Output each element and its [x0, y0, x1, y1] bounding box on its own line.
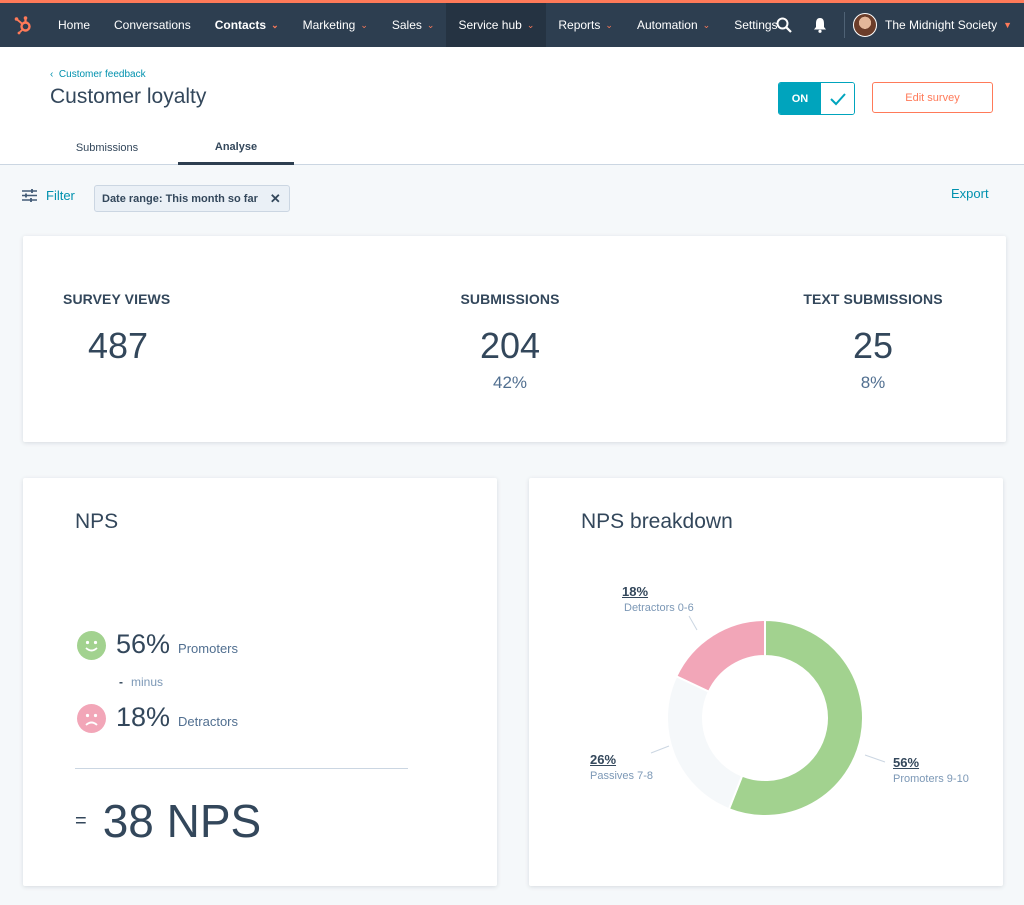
smiley-face-icon [77, 631, 106, 660]
hubspot-logo-icon[interactable] [0, 3, 46, 47]
account-name[interactable]: The Midnight Society [885, 18, 997, 32]
stat-percent: 42% [492, 373, 528, 392]
donut-slice-detractors[interactable] [674, 618, 766, 693]
export-link[interactable]: Export [951, 186, 989, 201]
date-range-chip[interactable]: Date range: This month so far ✕ [94, 185, 290, 212]
detractors-row: 18% Detractors [116, 702, 238, 733]
nps-breakdown-card: NPS breakdown 56% Promoters 9-10 26% Passiv… [529, 478, 1003, 886]
nps-total: = 38 NPS [75, 794, 261, 848]
nav-item-marketing[interactable]: Marketing ⌄ [291, 3, 380, 47]
nav-menu: Home Conversations Contacts ⌄ Marketing ⌄ Sale… [46, 3, 790, 47]
nps-donut-chart [650, 615, 886, 817]
filter-label: Filter [46, 188, 75, 203]
promoters-label: Promoters [178, 641, 239, 656]
sad-face-icon [77, 704, 106, 733]
toggle-on-label: ON [779, 83, 821, 114]
chevron-left-icon: ‹ [50, 69, 54, 80]
stat-label: SUBMISSIONS [460, 291, 560, 307]
nav-item-conversations[interactable]: Conversations [102, 3, 203, 47]
nav-item-automation[interactable]: Automation ⌄ [625, 3, 722, 47]
search-icon[interactable] [766, 3, 802, 47]
page-title: Customer loyalty [50, 85, 207, 108]
detractors-label: Detractors [178, 714, 239, 729]
edit-survey-button[interactable]: Edit survey [872, 82, 993, 113]
close-icon[interactable]: ✕ [270, 191, 281, 207]
slice-percent-label: 18% [622, 584, 649, 599]
nps-card: NPS 56% Promoters - minus 18% Detractors … [23, 478, 497, 886]
nav-item-service-hub[interactable]: Service hub ⌄ [446, 3, 547, 47]
bell-icon[interactable] [802, 3, 838, 47]
slice-category-label: Detractors 0-6 [624, 602, 694, 614]
status-toggle[interactable]: ON [778, 82, 855, 115]
top-nav: Home Conversations Contacts ⌄ Marketing ⌄ Sale… [0, 0, 1024, 47]
nav-right: The Midnight Society ▼ [766, 3, 1024, 47]
chevron-down-icon: ⌄ [605, 19, 613, 30]
filter-icon [22, 189, 37, 202]
nav-item-label: Marketing [302, 18, 356, 32]
slice-category-label: Promoters 9-10 [893, 773, 969, 785]
chevron-down-icon: ⌄ [426, 19, 435, 30]
breadcrumb-label: Customer feedback [58, 69, 146, 80]
stat-value: 204 [479, 325, 541, 366]
check-icon [821, 83, 854, 114]
nav-item-home[interactable]: Home [46, 3, 102, 47]
nav-item-label: Home [58, 18, 91, 32]
leader-line [688, 615, 698, 631]
summary-stats-card: SURVEY VIEWS 487 SUBMISSIONS 204 42% TEX… [23, 236, 1006, 442]
chip-label: Date range: This month so far [102, 192, 258, 205]
chevron-down-icon[interactable]: ▼ [1003, 20, 1012, 30]
nav-item-label: Contacts [214, 18, 267, 32]
divider [75, 768, 408, 769]
nav-item-contacts[interactable]: Contacts ⌄ [203, 3, 291, 47]
minus-label: minus [131, 675, 164, 689]
nav-divider [844, 12, 846, 38]
leader-line [864, 754, 886, 763]
nav-item-reports[interactable]: Reports ⌄ [546, 3, 625, 47]
leader-line [650, 745, 670, 754]
nav-item-label: Service hub [458, 18, 522, 32]
submissions-stat: SUBMISSIONS 204 42% [447, 291, 573, 393]
stat-label: SURVEY VIEWS [63, 291, 171, 307]
nav-item-label: Conversations [114, 18, 191, 32]
nav-item-label: Reports [558, 18, 601, 32]
promoters-row: 56% Promoters [116, 629, 238, 660]
chevron-down-icon: ⌄ [702, 19, 711, 30]
nav-item-label: Sales [391, 18, 422, 32]
tab-analyse[interactable]: Analyse [178, 131, 294, 165]
nps-score: 38 NPS [102, 795, 262, 847]
nps-title: NPS [75, 510, 119, 533]
slice-percent-label: 56% [893, 755, 920, 770]
stat-value: 487 [88, 325, 149, 366]
survey-views-stat: SURVEY VIEWS 487 [63, 291, 177, 367]
detractors-percent: 18% [116, 702, 171, 732]
minus-operator: - minus [119, 675, 164, 689]
tab-submissions[interactable]: Submissions [38, 131, 176, 165]
page-header: ‹ Customer feedback Customer loyalty ON … [0, 47, 1024, 165]
breadcrumb[interactable]: ‹ Customer feedback [50, 69, 146, 80]
avatar[interactable] [853, 13, 878, 37]
promoters-percent: 56% [116, 629, 171, 659]
chevron-down-icon: ⌄ [526, 19, 535, 30]
filter-button[interactable]: Filter [22, 188, 75, 203]
slice-category-label: Passives 7-8 [590, 770, 653, 782]
slice-percent-label: 26% [590, 752, 617, 767]
stat-value: 25 [852, 325, 894, 366]
donut-slice-passives[interactable] [666, 674, 744, 811]
stat-label: TEXT SUBMISSIONS [803, 291, 943, 307]
nav-item-label: Automation [636, 18, 698, 32]
stat-percent: 8% [860, 373, 886, 392]
chevron-down-icon: ⌄ [360, 19, 368, 30]
text-submissions-stat: TEXT SUBMISSIONS 25 8% [788, 291, 958, 393]
chevron-down-icon: ⌄ [271, 19, 279, 30]
equals-sign: = [75, 809, 87, 832]
nav-item-sales[interactable]: Sales ⌄ [380, 3, 447, 47]
